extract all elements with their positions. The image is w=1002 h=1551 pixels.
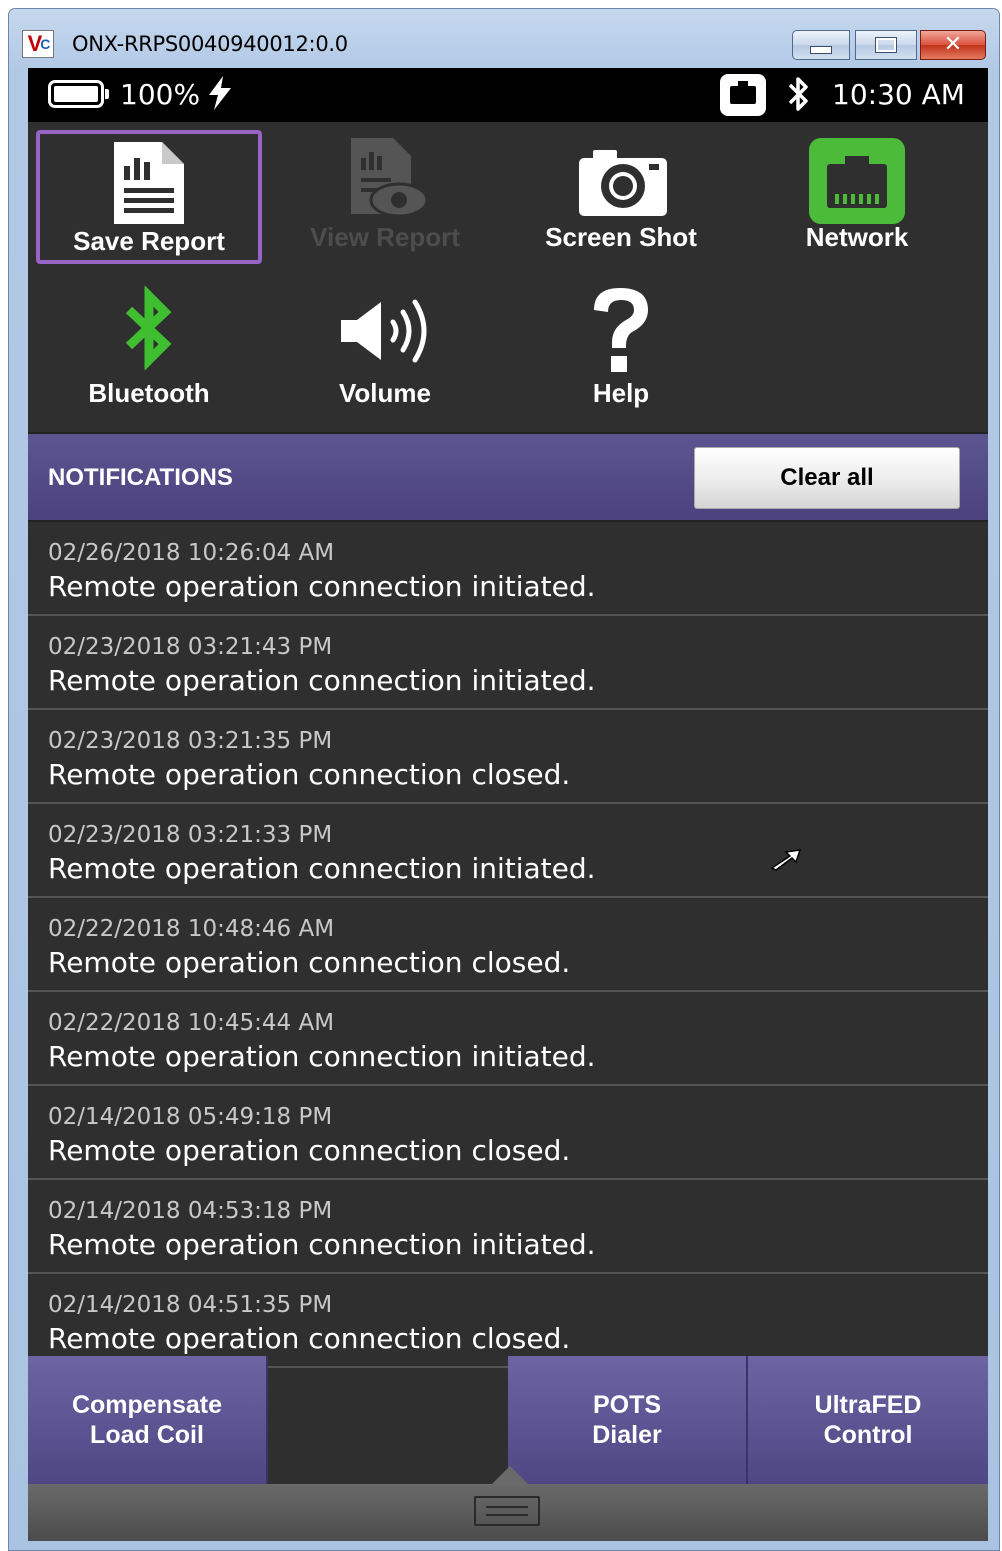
notification-item[interactable]: 02/23/2018 03:21:35 PM Remote operation … (28, 710, 988, 804)
notification-message: Remote operation connection initiated. (48, 570, 596, 603)
close-button[interactable]: ✕ (920, 30, 986, 60)
compensate-load-coil-button[interactable]: Compensate Load Coil (28, 1356, 268, 1484)
app-icon: VC (22, 30, 54, 58)
notification-time: 02/23/2018 03:21:43 PM (48, 634, 333, 660)
shortcut-label-line2: Dialer (592, 1421, 662, 1449)
notifications-header: NOTIFICATIONS Clear all (28, 432, 988, 522)
view-report-label: View Report (310, 222, 460, 252)
shortcut-label-line1: UltraFED (814, 1391, 922, 1419)
shortcut-label-line2: Control (823, 1421, 913, 1449)
notification-time: 02/23/2018 03:21:35 PM (48, 728, 333, 754)
drawer-notch (490, 1466, 530, 1486)
bluetooth-icon (125, 286, 172, 370)
question-mark-icon (594, 288, 648, 372)
ultrafed-control-button[interactable]: UltraFED Control (748, 1356, 988, 1484)
battery-percent: 100% (120, 78, 201, 111)
battery-icon (48, 80, 109, 108)
notification-time: 02/14/2018 04:51:35 PM (48, 1292, 333, 1318)
window-title: ONX-RRPS0040940012:0.0 (72, 32, 348, 56)
maximize-button[interactable] (855, 30, 917, 60)
notification-item[interactable]: 02/22/2018 10:45:44 AM Remote operation … (28, 992, 988, 1086)
help-button[interactable]: Help (508, 280, 734, 414)
notification-message: Remote operation connection closed. (48, 758, 571, 791)
pots-dialer-button[interactable]: POTS Dialer (508, 1356, 748, 1484)
notification-time: 02/26/2018 10:26:04 AM (48, 540, 335, 566)
view-report-button[interactable]: View Report (272, 130, 498, 264)
notification-message: Remote operation connection closed. (48, 1322, 571, 1355)
notification-time: 02/14/2018 05:49:18 PM (48, 1104, 333, 1130)
screen-shot-button[interactable]: Screen Shot (508, 130, 734, 264)
camera-icon (579, 150, 667, 216)
screen-shot-label: Screen Shot (545, 222, 697, 252)
charging-bolt-icon (206, 76, 234, 118)
notification-message: Remote operation connection initiated. (48, 1228, 596, 1261)
bluetooth-button[interactable]: Bluetooth (36, 280, 262, 414)
notification-message: Remote operation connection closed. (48, 946, 571, 979)
notification-item[interactable]: 02/22/2018 10:48:46 AM Remote operation … (28, 898, 988, 992)
notification-item[interactable]: 02/14/2018 05:49:18 PM Remote operation … (28, 1086, 988, 1180)
maximize-icon (875, 37, 897, 53)
notification-message: Remote operation connection initiated. (48, 852, 596, 885)
report-document-icon (114, 142, 184, 224)
close-icon: ✕ (943, 32, 963, 57)
speaker-icon (341, 299, 427, 363)
shortcut-label-line1: POTS (592, 1391, 662, 1419)
notification-time: 02/22/2018 10:48:46 AM (48, 916, 335, 942)
bluetooth-label: Bluetooth (88, 378, 210, 408)
save-report-label: Save Report (73, 226, 225, 256)
volume-label: Volume (339, 378, 431, 408)
bluetooth-icon (784, 74, 814, 122)
notification-item[interactable]: 02/14/2018 04:51:35 PM Remote operation … (28, 1274, 988, 1368)
shortcut-label-line1: Compensate (71, 1391, 223, 1419)
notification-item[interactable]: 02/23/2018 03:21:33 PM Remote operation … (28, 804, 988, 898)
network-label: Network (805, 222, 909, 252)
notification-item[interactable]: 02/14/2018 04:53:18 PM Remote operation … (28, 1180, 988, 1274)
notifications-list: 02/26/2018 10:26:04 AM Remote operation … (28, 522, 988, 1368)
notification-item[interactable]: 02/26/2018 10:26:04 AM Remote operation … (28, 522, 988, 616)
notification-message: Remote operation connection initiated. (48, 664, 596, 697)
help-label: Help (592, 378, 650, 408)
minimize-button[interactable] (792, 30, 850, 60)
minimize-icon (810, 46, 832, 54)
shortcut-label-line2: Load Coil (90, 1421, 204, 1449)
notification-time: 02/23/2018 03:21:33 PM (48, 822, 333, 848)
notification-message: Remote operation connection initiated. (48, 1040, 596, 1073)
drawer-handle-icon[interactable] (474, 1496, 540, 1526)
clear-all-button[interactable]: Clear all (694, 447, 960, 509)
device-screen: 100% 10:30 AM Save Report View Report Sc… (28, 68, 988, 1541)
notifications-title: NOTIFICATIONS (48, 464, 233, 491)
notification-message: Remote operation connection closed. (48, 1134, 571, 1167)
ethernet-icon (809, 138, 905, 224)
volume-button[interactable]: Volume (272, 280, 498, 414)
clock: 10:30 AM (832, 78, 965, 111)
ethernet-icon (720, 74, 766, 116)
mouse-cursor-icon (770, 849, 802, 871)
network-button[interactable]: Network (744, 130, 970, 264)
notification-time: 02/14/2018 04:53:18 PM (48, 1198, 333, 1224)
save-report-button[interactable]: Save Report (36, 130, 262, 264)
notification-time: 02/22/2018 10:45:44 AM (48, 1010, 335, 1036)
notification-item[interactable]: 02/23/2018 03:21:43 PM Remote operation … (28, 616, 988, 710)
status-bar: 100% 10:30 AM (28, 68, 988, 122)
view-report-icon (351, 138, 429, 218)
